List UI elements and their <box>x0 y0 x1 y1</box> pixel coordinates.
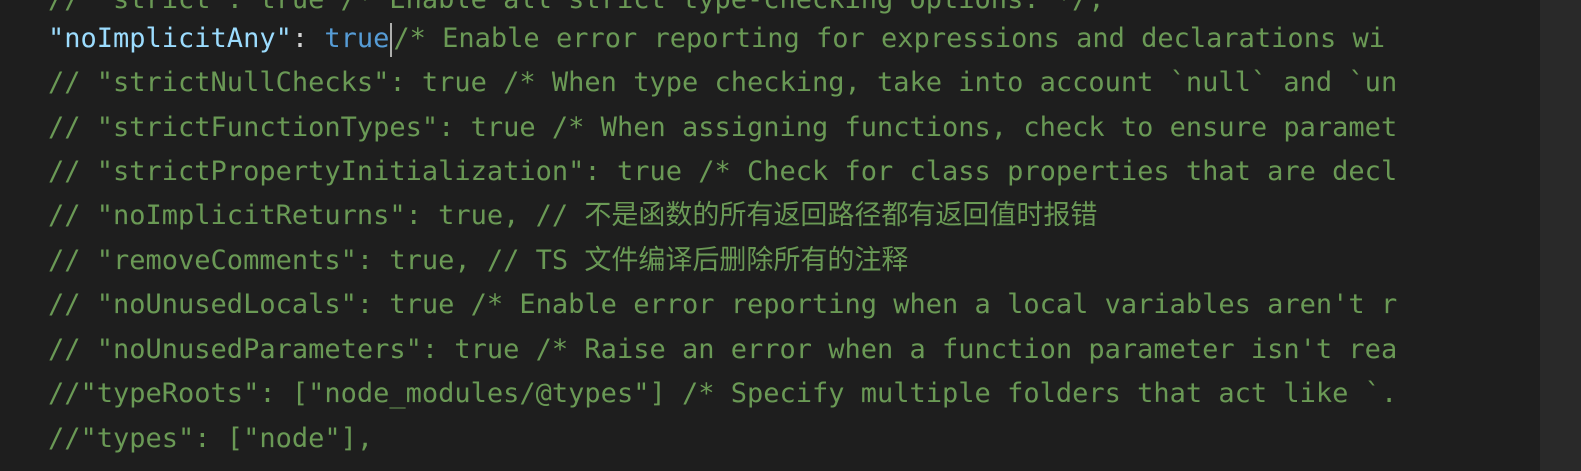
code-line[interactable]: //"types": ["node"], <box>48 417 373 461</box>
code-line[interactable]: // "strictNullChecks": true /* When type… <box>48 61 1397 105</box>
code-token-comment: // "strictFunctionTypes": true /* When a… <box>48 112 1398 143</box>
code-token-punc: : <box>291 23 325 54</box>
code-token-comment: // "strictPropertyInitialization": true … <box>48 156 1398 187</box>
code-token-key: "noImplicitAny" <box>48 23 292 54</box>
code-token-comment: // "noUnusedLocals": true /* Enable erro… <box>48 289 1398 320</box>
code-token-comment: // "removeComments": true, // TS 文件编译后删除… <box>48 245 909 276</box>
code-line[interactable]: // "noUnusedParameters": true /* Raise a… <box>48 328 1397 372</box>
code-line[interactable]: // "noImplicitReturns": true, // 不是函数的所有… <box>48 194 1097 238</box>
code-token-comment: /* Enable error reporting for expression… <box>393 23 1385 54</box>
code-token-comment: //"typeRoots": ["node_modules/@types"] /… <box>48 378 1398 409</box>
code-line[interactable]: //"typeRoots": ["node_modules/@types"] /… <box>48 372 1397 416</box>
code-line[interactable]: "noImplicitAny": true/* Enable error rep… <box>48 17 1385 61</box>
code-token-comment: // "noImplicitReturns": true, // 不是函数的所有… <box>48 200 1098 231</box>
code-line[interactable]: // "strictFunctionTypes": true /* When a… <box>48 106 1397 150</box>
code-token-comment: // "noUnusedParameters": true /* Raise a… <box>48 334 1398 365</box>
code-token-comment: // "strict": true /* Enable all strict t… <box>48 0 1105 15</box>
code-line[interactable]: // "removeComments": true, // TS 文件编译后删除… <box>48 239 908 283</box>
editor-text-area[interactable]: // "strict": true /* Enable all strict t… <box>0 0 1540 471</box>
vertical-scrollbar[interactable] <box>1540 0 1581 471</box>
code-token-comment: //"types": ["node"], <box>48 423 374 454</box>
code-line[interactable]: // "strictPropertyInitialization": true … <box>48 150 1397 194</box>
scrollbar-thumb[interactable] <box>1540 0 1581 471</box>
code-editor[interactable]: // "strict": true /* Enable all strict t… <box>0 0 1581 471</box>
code-token-kw: true <box>324 23 390 54</box>
code-line[interactable]: // "noUnusedLocals": true /* Enable erro… <box>48 283 1397 327</box>
code-token-comment: // "strictNullChecks": true /* When type… <box>48 67 1398 98</box>
